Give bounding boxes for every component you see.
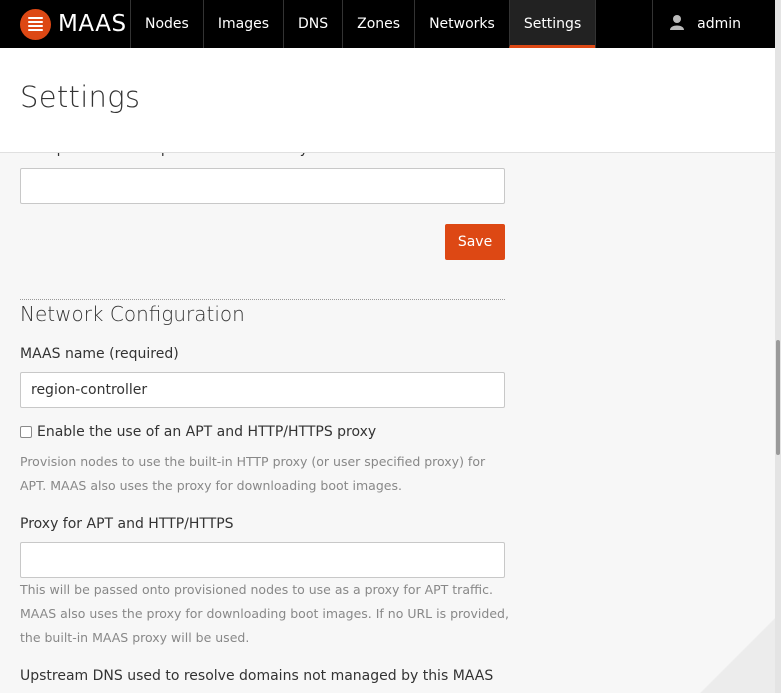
maas-logo-icon [20,8,51,40]
maas-logo[interactable]: MAAS [0,0,130,48]
proxy-url-help-line: the built-in MAAS proxy will be used. [20,630,250,645]
upstream-dns-label: Upstream DNS used to resolve domains not… [20,668,494,684]
proxy-url-help-line: MAAS also uses the proxy for downloading… [20,606,509,621]
proxy-url-help: This will be passed onto provisioned nod… [20,578,510,650]
network-configuration-title: Network Configuration [20,302,245,326]
enable-proxy-help: Provision nodes to use the built-in HTTP… [20,450,510,498]
user-name: admin [697,16,741,32]
background-corner-shade [700,600,775,693]
page-scrollbar-thumb[interactable] [776,340,780,455]
proxy-url-label: Proxy for APT and HTTP/HTTPS [20,516,234,532]
page-header: Settings [0,48,775,153]
nav-item-settings[interactable]: Settings [508,0,596,48]
nav-item-nodes[interactable]: Nodes [130,0,203,48]
logo-text: MAAS [58,11,127,37]
enable-proxy-checkbox[interactable] [20,426,32,438]
section-divider [20,299,505,300]
nav-item-images[interactable]: Images [202,0,283,48]
nav-item-dns[interactable]: DNS [282,0,342,48]
enable-proxy-help-line: Provision nodes to use the built-in HTTP… [20,454,486,469]
proxy-url-help-line: This will be passed onto provisioned nod… [20,582,493,597]
enable-proxy-help-line: APT. MAAS also uses the proxy for downlo… [20,478,402,493]
nav-item-zones[interactable]: Zones [342,0,414,48]
save-button[interactable]: Save [445,224,505,260]
proxy-url-input[interactable] [20,542,505,578]
top-navigation: MAAS Nodes Images DNS Zones Networks Set… [0,0,775,48]
maas-name-label: MAAS name (required) [20,346,179,362]
nav-item-networks[interactable]: Networks [414,0,509,48]
nav-spacer [595,0,652,48]
user-icon [670,15,685,30]
enable-proxy-label[interactable]: Enable the use of an APT and HTTP/HTTPS … [37,424,376,440]
page-title: Settings [20,80,141,114]
kernel-params-input[interactable] [20,168,505,204]
user-menu[interactable]: admin [652,0,775,48]
maas-name-input[interactable]: region-controller [20,372,505,408]
